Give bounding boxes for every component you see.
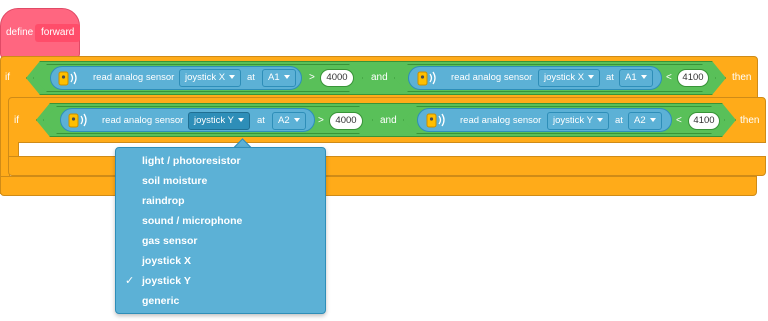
chevron-down-icon bbox=[293, 118, 300, 123]
inner-left-pin-dropdown[interactable]: A2 bbox=[272, 112, 306, 130]
inner-left-op: > bbox=[318, 115, 324, 126]
checkmark-icon: ✓ bbox=[125, 275, 135, 287]
inner-left-at-text: at bbox=[257, 115, 265, 126]
outer-if-label: if bbox=[5, 72, 10, 83]
inner-if-slot-notch bbox=[24, 143, 44, 151]
outer-right-sensor-dropdown[interactable]: joystick X bbox=[538, 69, 601, 87]
outer-then-label: then bbox=[732, 72, 752, 83]
menu-item-joystick-x[interactable]: joystick X bbox=[142, 255, 191, 267]
menu-item-light-photoresistor[interactable]: light / photoresistor bbox=[142, 155, 241, 167]
inner-and-label: and bbox=[380, 115, 397, 126]
sensor-radio-waves-icon bbox=[68, 113, 87, 128]
outer-left-value-input[interactable]: 4000 bbox=[320, 69, 354, 87]
chevron-down-icon bbox=[588, 75, 595, 80]
menu-item-generic[interactable]: generic bbox=[142, 295, 179, 307]
outer-right-op: < bbox=[666, 72, 672, 83]
menu-item-gas-sensor[interactable]: gas sensor bbox=[142, 235, 197, 247]
chevron-down-icon bbox=[283, 75, 290, 80]
chevron-down-icon bbox=[649, 118, 656, 123]
menu-item-joystick-y[interactable]: joystick Y bbox=[142, 275, 191, 287]
outer-left-op: > bbox=[309, 72, 315, 83]
inner-right-read-text: read analog sensor bbox=[460, 115, 542, 126]
inner-right-op: < bbox=[676, 115, 682, 126]
outer-right-sensor-value: joystick X bbox=[544, 72, 585, 83]
chevron-down-icon bbox=[229, 75, 236, 80]
menu-item-raindrop[interactable]: raindrop bbox=[142, 195, 185, 207]
outer-left-read-text: read analog sensor bbox=[93, 72, 175, 83]
outer-right-read-text: read analog sensor bbox=[451, 72, 533, 83]
outer-left-sensor-value: joystick X bbox=[185, 72, 226, 83]
sensor-radio-waves-icon bbox=[58, 71, 77, 86]
inner-right-sensor-value: joystick Y bbox=[553, 115, 593, 126]
outer-right-value-input[interactable]: 4100 bbox=[677, 69, 709, 87]
inner-if-label: if bbox=[14, 115, 19, 126]
define-label: define bbox=[6, 27, 34, 38]
outer-if-bottom bbox=[0, 176, 757, 196]
chevron-down-icon bbox=[640, 75, 647, 80]
menu-item-soil-moisture[interactable]: soil moisture bbox=[142, 175, 207, 187]
menu-item-sound-microphone[interactable]: sound / microphone bbox=[142, 215, 242, 227]
inner-left-pin-value: A2 bbox=[278, 115, 290, 126]
outer-left-at-text: at bbox=[247, 72, 255, 83]
outer-right-pin-value: A1 bbox=[625, 72, 637, 83]
define-name-field[interactable]: forward bbox=[35, 24, 81, 42]
outer-right-at-text: at bbox=[606, 72, 614, 83]
outer-and-label: and bbox=[371, 72, 388, 83]
inner-left-read-text: read analog sensor bbox=[102, 115, 184, 126]
sensor-dropdown-menu[interactable]: light / photoresistor soil moisture rain… bbox=[115, 147, 326, 314]
inner-right-sensor-dropdown[interactable]: joystick Y bbox=[547, 112, 609, 130]
inner-left-value-input[interactable]: 4000 bbox=[329, 112, 363, 130]
sensor-radio-waves-icon bbox=[417, 71, 436, 86]
inner-right-pin-dropdown[interactable]: A2 bbox=[628, 112, 662, 130]
inner-left-sensor-dropdown[interactable]: joystick Y bbox=[188, 112, 250, 130]
inner-then-label: then bbox=[740, 115, 760, 126]
chevron-down-icon bbox=[596, 118, 603, 123]
inner-right-at-text: at bbox=[615, 115, 623, 126]
outer-left-sensor-dropdown[interactable]: joystick X bbox=[179, 69, 242, 87]
sensor-radio-waves-icon bbox=[426, 113, 445, 128]
inner-left-sensor-value: joystick Y bbox=[194, 115, 234, 126]
inner-right-value-input[interactable]: 4100 bbox=[688, 112, 720, 130]
outer-right-pin-dropdown[interactable]: A1 bbox=[619, 69, 653, 87]
inner-right-pin-value: A2 bbox=[634, 115, 646, 126]
outer-left-pin-dropdown[interactable]: A1 bbox=[262, 69, 296, 87]
chevron-down-icon bbox=[237, 118, 244, 123]
outer-left-pin-value: A1 bbox=[268, 72, 280, 83]
